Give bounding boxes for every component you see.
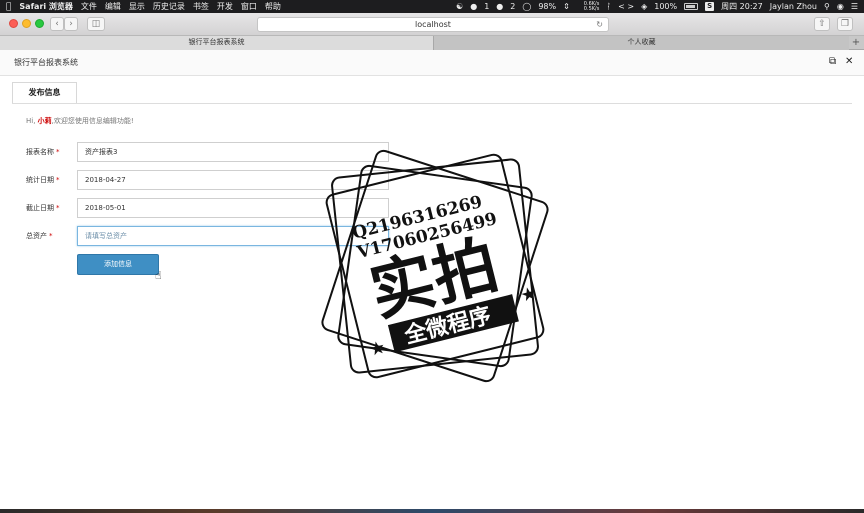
label-total-assets: 总资产 * xyxy=(26,231,53,241)
label-text: 截止日期 xyxy=(26,204,54,212)
macos-menubar:  Safari 浏览器 文件 编辑 显示 历史记录 书签 开发 窗口 帮助 ☯… xyxy=(0,0,864,13)
wifi-icon[interactable]: ◈ xyxy=(641,2,647,11)
qq2-count: 2 xyxy=(510,2,516,11)
label-text: 统计日期 xyxy=(26,176,54,184)
label-report-name: 报表名称 * xyxy=(26,147,60,157)
browser-tab-active[interactable]: 银行平台报表系统 xyxy=(0,36,434,50)
reload-icon[interactable]: ↻ xyxy=(596,18,603,31)
close-icon[interactable]: ✕ xyxy=(845,56,853,68)
page-title: 银行平台报表系统 xyxy=(14,58,78,67)
siri-icon[interactable]: ◉ xyxy=(837,2,844,11)
menu-develop[interactable]: 开发 xyxy=(217,1,233,12)
menu-window[interactable]: 窗口 xyxy=(241,1,257,12)
sidebar-toggle-button[interactable]: ◫ xyxy=(87,17,105,31)
label-text: 总资产 xyxy=(26,232,47,240)
battery-percent: 100% xyxy=(654,2,678,11)
label-text: 报表名称 xyxy=(26,148,54,156)
hand-cursor-icon: ☝ xyxy=(155,269,162,282)
menu-edit[interactable]: 编辑 xyxy=(105,1,121,12)
menu-bookmarks[interactable]: 书签 xyxy=(193,1,209,12)
menu-app-name[interactable]: Safari 浏览器 xyxy=(19,1,73,12)
star-icon: ★ xyxy=(518,283,539,307)
chevron-left-icon: ‹ xyxy=(55,19,59,29)
status-area: ☯ ● 1 ● 2 ◯ 98% ⇕ 0.6K/s 0.5K/s ᛛ < > ◈ 100%… xyxy=(449,1,858,12)
menu-history[interactable]: 历史记录 xyxy=(153,1,185,12)
wechat-icon[interactable]: ☯ xyxy=(456,2,463,11)
bluetooth-icon[interactable]: ᛛ xyxy=(606,2,611,11)
greeting-text: Hi, 小莉,欢迎您使用信息编辑功能! xyxy=(26,116,134,126)
close-window-button[interactable] xyxy=(9,19,18,28)
username[interactable]: Jaylan Zhou xyxy=(770,2,817,11)
page-header: 银行平台报表系统 ⧉ ✕ xyxy=(0,50,864,76)
share-button[interactable]: ⇧ xyxy=(814,17,830,31)
forward-button[interactable]: › xyxy=(64,17,78,31)
required-mark: * xyxy=(56,148,60,156)
restore-window-icon[interactable]: ⧉ xyxy=(829,56,836,68)
add-info-button[interactable]: 添加信息 xyxy=(77,254,159,275)
tabs-overview-icon: ❐ xyxy=(840,19,850,29)
tabs-divider xyxy=(12,103,852,104)
browser-tab-favorites[interactable]: 个人收藏 xyxy=(434,36,849,50)
label-stat-date: 统计日期 * xyxy=(26,175,60,185)
minimize-window-button[interactable] xyxy=(22,19,31,28)
safari-toolbar: ‹ › ◫ localhost ↻ ⇧ ❐ xyxy=(0,13,864,36)
datetime[interactable]: 周四 20:27 xyxy=(721,1,763,12)
new-tab-plus-icon[interactable]: + xyxy=(850,36,862,50)
menu-help[interactable]: 帮助 xyxy=(265,1,281,12)
app-s-icon[interactable]: S xyxy=(705,2,715,11)
address-bar[interactable]: localhost ↻ xyxy=(257,17,609,32)
menu-file[interactable]: 文件 xyxy=(81,1,97,12)
qq-icon[interactable]: ● 1 xyxy=(470,2,489,11)
net-speed: 0.6K/s 0.5K/s xyxy=(577,1,600,12)
greeting-prefix: Hi, xyxy=(26,117,36,125)
label-end-date: 截止日期 * xyxy=(26,203,60,213)
tab-publish-info[interactable]: 发布信息 xyxy=(12,82,77,104)
star-icon: ★ xyxy=(367,337,388,361)
menu-view[interactable]: 显示 xyxy=(129,1,145,12)
show-tabs-button[interactable]: ❐ xyxy=(837,17,853,31)
browser-tabbar: 银行平台报表系统 个人收藏 + xyxy=(0,36,864,50)
chevron-right-icon: › xyxy=(69,19,73,29)
spotlight-search-icon[interactable]: ⚲ xyxy=(824,2,830,11)
watermark-stamp: Q2196316269 V17060256499 实拍 全微程序 ★ ★ xyxy=(321,149,549,383)
screen:  Safari 浏览器 文件 编辑 显示 历史记录 书签 开发 窗口 帮助 ☯… xyxy=(0,0,864,513)
dock-strip xyxy=(0,509,864,513)
greeting-username: 小莉 xyxy=(37,117,52,125)
sidebar-icon: ◫ xyxy=(91,19,101,29)
back-button[interactable]: ‹ xyxy=(50,17,64,31)
required-mark: * xyxy=(56,176,60,184)
battery-icon[interactable] xyxy=(684,3,699,10)
notification-center-icon[interactable]: ☰ xyxy=(851,2,858,11)
progress-ring-icon[interactable]: ◯ 98% xyxy=(522,2,556,11)
updown-arrow-icon: ⇕ xyxy=(563,2,570,11)
required-mark: * xyxy=(49,232,53,240)
required-mark: * xyxy=(56,204,60,212)
qq2-icon[interactable]: ● 2 xyxy=(496,2,515,11)
net-down: 0.5K/s xyxy=(583,5,600,12)
url-text: localhost xyxy=(415,20,451,29)
code-arrows-icon[interactable]: < > xyxy=(618,2,634,11)
greeting-suffix: ,欢迎您使用信息编辑功能! xyxy=(51,117,134,125)
qq-count: 1 xyxy=(484,2,490,11)
cpu-percent: 98% xyxy=(538,2,557,11)
share-icon: ⇧ xyxy=(818,19,826,29)
fullscreen-window-button[interactable] xyxy=(35,19,44,28)
apple-icon[interactable]:  xyxy=(6,2,11,12)
